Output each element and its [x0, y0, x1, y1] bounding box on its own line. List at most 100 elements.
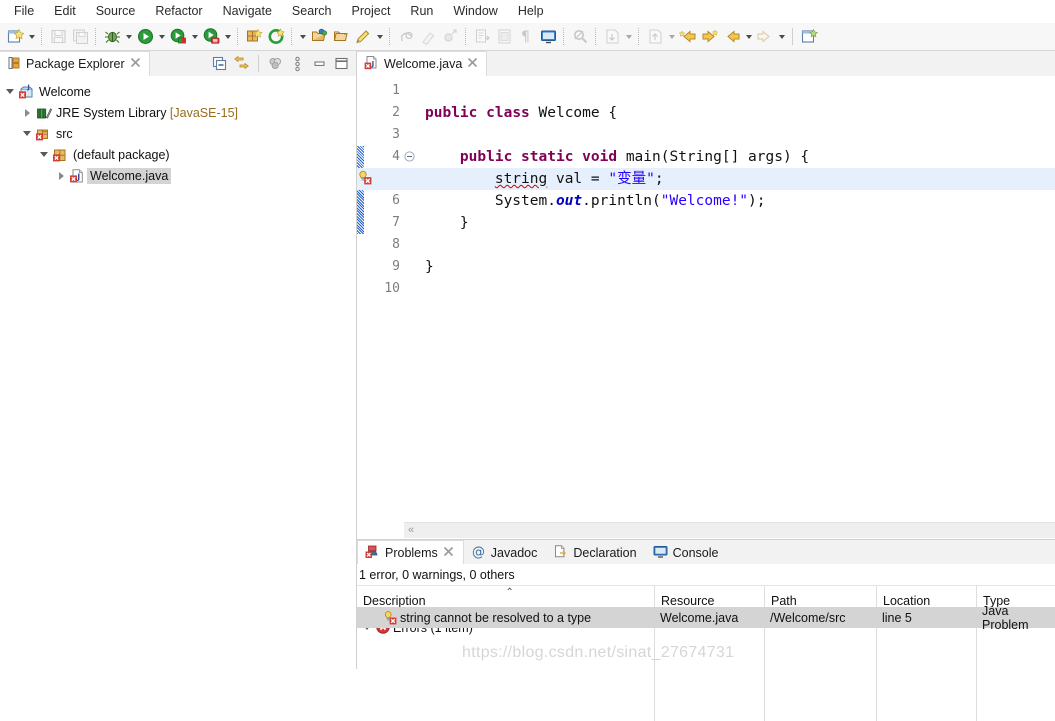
- package-explorer-view: Package Explorer J Welcome JRE System Li…: [0, 51, 357, 669]
- chevron-right-icon[interactable]: [54, 165, 68, 186]
- toolbar-separator: [638, 28, 640, 45]
- chevron-down-icon[interactable]: [37, 144, 51, 165]
- new-java-package-icon[interactable]: [243, 26, 265, 48]
- line-number: 6: [392, 193, 400, 208]
- tree-item-src[interactable]: src: [0, 123, 356, 144]
- tree-item-welcome[interactable]: J Welcome: [0, 81, 356, 102]
- new-java-project-icon[interactable]: [265, 26, 287, 48]
- tree-item-label: Welcome.java: [87, 167, 172, 184]
- tab-declaration[interactable]: Declaration: [546, 541, 645, 564]
- fold-collapse-icon[interactable]: [404, 151, 415, 165]
- code-line[interactable]: [417, 278, 1055, 300]
- run-last-tool-caret[interactable]: [222, 26, 233, 48]
- editor-text-area[interactable]: 12345678910 public class Welcome { publi…: [357, 76, 1055, 538]
- close-icon[interactable]: [467, 57, 478, 71]
- view-menu-icon[interactable]: [287, 53, 308, 74]
- package-explorer-tab-label: Package Explorer: [26, 57, 125, 71]
- problems-row[interactable]: string cannot be resolved to a type Welco…: [357, 604, 1055, 632]
- quickfix-error-icon[interactable]: [357, 169, 372, 188]
- edit-pencil-icon[interactable]: [352, 26, 374, 48]
- run-dropdown-caret[interactable]: [156, 26, 167, 48]
- maximize-view-icon[interactable]: [331, 53, 352, 74]
- tab-welcome-java[interactable]: J Welcome.java: [357, 51, 488, 76]
- menu-run[interactable]: Run: [400, 1, 443, 22]
- line-number: 4: [392, 149, 400, 164]
- tree-item-default-package[interactable]: (default package): [0, 144, 356, 165]
- clean-brush-icon: [417, 26, 439, 48]
- code-line[interactable]: public static void main(String[] args) {: [417, 146, 1055, 168]
- tab-javadoc[interactable]: @ Javadoc: [464, 541, 547, 564]
- collapse-all-icon[interactable]: [209, 53, 230, 74]
- quickfix-error-icon: [382, 610, 397, 628]
- problems-view: Problems @ Javadoc Declaration Console 1 err…: [357, 539, 1055, 721]
- back-history-caret[interactable]: [743, 26, 754, 48]
- new-wizard-dropdown-caret[interactable]: [26, 26, 37, 48]
- menu-edit[interactable]: Edit: [44, 1, 86, 22]
- tree-item-welcome-java[interactable]: J Welcome.java: [0, 165, 356, 186]
- svg-text:¶: ¶: [521, 29, 530, 45]
- back-history-icon[interactable]: [721, 26, 743, 48]
- toolbar-separator: [95, 28, 97, 45]
- menu-project[interactable]: Project: [342, 1, 401, 22]
- menu-search[interactable]: Search: [282, 1, 342, 22]
- menu-window[interactable]: Window: [443, 1, 507, 22]
- problems-table-body[interactable]: Errors (1 item)string cannot be resolved…: [357, 586, 1055, 721]
- code-line[interactable]: System.out.println("Welcome!");: [417, 190, 1055, 212]
- tab-console[interactable]: Console: [646, 541, 728, 564]
- menu-file[interactable]: File: [4, 1, 44, 22]
- svg-text:@: @: [472, 545, 485, 559]
- chevron-down-icon[interactable]: [20, 123, 34, 144]
- open-perspective-icon[interactable]: [798, 26, 820, 48]
- open-task-icon[interactable]: [330, 26, 352, 48]
- forward-history-caret[interactable]: [776, 26, 787, 48]
- code-line[interactable]: }: [417, 256, 1055, 278]
- tab-problems[interactable]: Problems: [357, 540, 464, 564]
- toolbar-separator: [258, 55, 259, 72]
- menu-source[interactable]: Source: [86, 1, 146, 22]
- open-type-icon[interactable]: [308, 26, 330, 48]
- toolbar-separator: [41, 28, 43, 45]
- problems-table[interactable]: Description⌃ResourcePathLocationType Err…: [357, 586, 1055, 721]
- code-line[interactable]: string val = "变量";: [417, 168, 1055, 190]
- menu-navigate[interactable]: Navigate: [213, 1, 282, 22]
- chevron-right-icon[interactable]: [20, 102, 34, 123]
- tree-item-jre-system-library[interactable]: JRE System Library [JavaSE-15]: [0, 102, 356, 123]
- coverage-icon[interactable]: [167, 26, 189, 48]
- scroll-left-icon[interactable]: «: [408, 524, 414, 536]
- new-wizard-icon[interactable]: [4, 26, 26, 48]
- run-last-tool-icon[interactable]: [200, 26, 222, 48]
- problems-cell-path: /Welcome/src: [770, 610, 846, 625]
- chevron-down-icon[interactable]: [3, 81, 17, 102]
- code-line[interactable]: [417, 234, 1055, 256]
- toolbar-separator: [389, 28, 391, 45]
- problems-cell-description: string cannot be resolved to a type: [400, 610, 592, 625]
- package-explorer-tree[interactable]: J Welcome JRE System Library [JavaSE-15] sr…: [0, 76, 356, 669]
- link-with-editor-icon[interactable]: [231, 53, 252, 74]
- editor-horizontal-scrollbar[interactable]: «: [404, 522, 1055, 538]
- problems-tabbar: Problems @ Javadoc Declaration Console: [357, 540, 1055, 564]
- new-java-project-caret[interactable]: [297, 26, 308, 48]
- code-line[interactable]: [417, 80, 1055, 102]
- coverage-dropdown-caret[interactable]: [189, 26, 200, 48]
- code-line[interactable]: public class Welcome {: [417, 102, 1055, 124]
- debug-icon[interactable]: [101, 26, 123, 48]
- minimize-view-icon[interactable]: [309, 53, 330, 74]
- tab-package-explorer[interactable]: Package Explorer: [0, 51, 150, 76]
- edit-pencil-caret[interactable]: [374, 26, 385, 48]
- forward-icon[interactable]: [699, 26, 721, 48]
- source-code[interactable]: public class Welcome { public static voi…: [357, 76, 1055, 538]
- code-line[interactable]: }: [417, 212, 1055, 234]
- menu-help[interactable]: Help: [508, 1, 554, 22]
- java-file-error-icon: J: [68, 165, 88, 186]
- editor-vertical-ruler[interactable]: [357, 76, 364, 538]
- close-icon[interactable]: [130, 57, 141, 71]
- focus-on-active-task-icon[interactable]: [265, 53, 286, 74]
- previous-annotation-caret: [666, 26, 677, 48]
- debug-dropdown-caret[interactable]: [123, 26, 134, 48]
- close-icon[interactable]: [443, 546, 454, 560]
- run-icon[interactable]: [134, 26, 156, 48]
- menu-refactor[interactable]: Refactor: [145, 1, 212, 22]
- back-icon[interactable]: [677, 26, 699, 48]
- console-icon[interactable]: [537, 26, 559, 48]
- code-line[interactable]: [417, 124, 1055, 146]
